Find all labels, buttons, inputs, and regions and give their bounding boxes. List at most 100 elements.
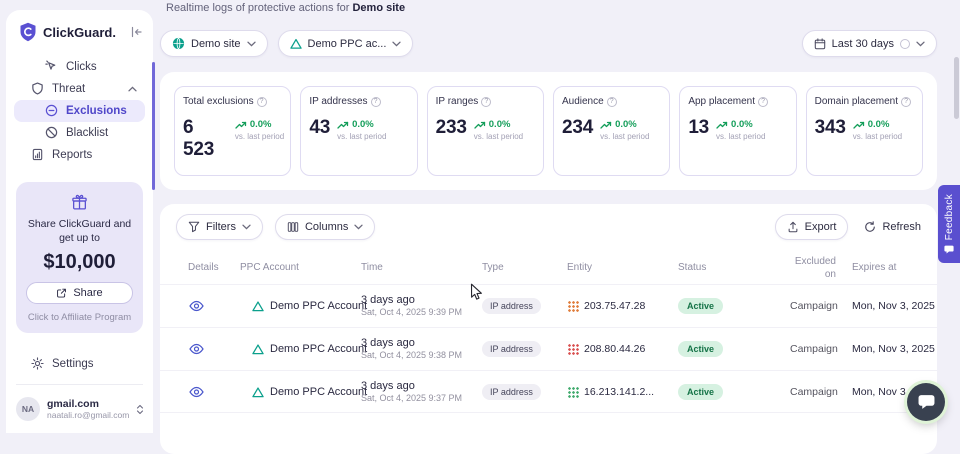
affiliate-promo-card[interactable]: Share ClickGuard and get up to $10,000 S… [16,182,143,333]
google-ads-icon [252,301,264,312]
sidebar-scrollbar[interactable] [152,62,155,190]
chevron-down-icon [247,41,256,47]
clear-circle-icon[interactable] [900,39,910,49]
stat-card-domain-placement: Domain placement 343 0.0% vs. last perio… [806,86,923,176]
site-filter-value: Demo site [191,38,241,50]
calendar-icon [814,38,826,50]
table-row: Demo PPC Account 3 days ago Sat, Oct 4, … [160,327,937,370]
table-row: Demo PPC Account 3 days ago Sat, Oct 4, … [160,370,937,413]
row-time: 3 days ago Sat, Oct 4, 2025 9:37 PM [361,380,462,404]
sidebar: ClickGuard. Clicks Threat Exclusions Bla… [6,10,153,433]
stat-compare: vs. last period [474,132,523,141]
row-expires-at: Mon, Nov 3, 2025 [852,300,935,312]
table-header-row: Details PPC Account Time Type Entity Sta… [160,250,937,284]
globe-icon [172,37,185,50]
export-button[interactable]: Export [775,214,849,240]
sidebar-item-blacklist[interactable]: Blacklist [14,122,145,144]
stat-value: 43 [309,117,330,139]
account-menu[interactable]: NA gmail.com naatali.ro@gmail.com [14,393,145,425]
stat-label: Audience [562,96,604,107]
stat-trend: 0.0% [615,119,637,130]
site-filter-dropdown[interactable]: Demo site [160,30,268,57]
account-name: gmail.com [47,398,129,411]
sidebar-item-label: Clicks [66,61,97,73]
sidebar-item-clicks[interactable]: Clicks [14,56,145,78]
info-icon[interactable] [901,97,911,107]
info-icon[interactable] [257,97,267,107]
stat-trend: 0.0% [250,119,272,130]
table-toolbar: Filters Columns Export Refresh [160,204,937,240]
sidebar-item-label: Threat [52,83,85,95]
ppc-filter-value: Demo PPC ac... [308,38,387,50]
feedback-chat-icon [944,245,954,254]
stat-label: Total exclusions [183,96,254,107]
refresh-button[interactable]: Refresh [864,221,921,233]
date-range-dropdown[interactable]: Last 30 days [802,30,937,57]
info-icon[interactable] [371,97,381,107]
view-details-eye-icon[interactable] [189,301,204,312]
info-icon[interactable] [607,97,617,107]
sidebar-item-exclusions[interactable]: Exclusions [14,100,145,122]
col-header-excluded-on[interactable]: Excluded on [790,256,836,281]
reports-icon [30,148,44,161]
refresh-label: Refresh [882,221,921,233]
chat-launcher-button[interactable] [907,383,945,421]
affiliate-link[interactable]: Click to Affiliate Program [23,312,136,323]
row-time: 3 days ago Sat, Oct 4, 2025 9:38 PM [361,337,462,361]
divider [16,384,143,385]
stat-card-app-placement: App placement 13 0.0% vs. last period [679,86,796,176]
col-header-details[interactable]: Details [188,262,219,273]
view-details-eye-icon[interactable] [189,386,204,397]
row-ppc-account: Demo PPC Account [270,300,367,312]
stats-panel: Total exclusions 6 523 0.0% vs. last per… [160,72,937,190]
trend-up-icon [600,120,612,130]
chat-bubble-icon [918,394,935,410]
status-badge: Active [678,298,723,314]
info-icon[interactable] [758,97,768,107]
stat-compare: vs. last period [716,132,765,141]
filters-dropdown[interactable]: Filters [176,214,263,240]
collapse-sidebar-icon[interactable] [130,26,143,38]
sidebar-item-label: Settings [52,358,94,370]
col-header-entity[interactable]: Entity [567,262,592,273]
prohibition-icon [44,126,58,139]
share-button[interactable]: Share [26,282,133,304]
sidebar-item-settings[interactable]: Settings [14,351,145,376]
account-email: naatali.ro@gmail.com [47,410,129,420]
row-time: 3 days ago Sat, Oct 4, 2025 9:39 PM [361,294,462,318]
site-name: Demo site [352,2,405,14]
ip-identicon [567,386,579,398]
cursor-click-icon [44,60,58,73]
shield-icon [30,82,44,95]
sidebar-item-reports[interactable]: Reports [14,144,145,166]
columns-dropdown[interactable]: Columns [275,214,375,240]
stat-trend: 0.0% [489,119,511,130]
chevron-down-icon [392,41,401,47]
view-details-eye-icon[interactable] [189,344,204,355]
trend-up-icon [474,120,486,130]
google-ads-icon [252,344,264,355]
stat-value: 343 [815,117,846,139]
stat-value: 6 523 [183,117,228,161]
circle-minus-icon [44,104,58,117]
row-expires-at: Mon, Nov 3, 2025 [852,343,935,355]
info-icon[interactable] [481,97,491,107]
col-header-ppc-account[interactable]: PPC Account [240,262,299,273]
ppc-account-filter-dropdown[interactable]: Demo PPC ac... [278,30,414,57]
col-header-time[interactable]: Time [361,262,383,273]
share-button-label: Share [73,287,102,299]
col-header-status[interactable]: Status [678,262,706,273]
feedback-tab[interactable]: Feedback [938,185,960,263]
col-header-expires-at[interactable]: Expires at [852,262,896,273]
chevron-down-icon [916,41,925,47]
stat-compare: vs. last period [600,132,649,141]
trend-up-icon [853,120,865,130]
chevron-up-icon [128,86,137,92]
type-badge: IP address [482,384,541,400]
page-scrollbar[interactable] [954,57,959,119]
stat-trend: 0.0% [352,119,374,130]
col-header-type[interactable]: Type [482,262,504,273]
logo-row: ClickGuard. [14,20,145,56]
sidebar-item-threat[interactable]: Threat [14,78,145,100]
stat-label: IP ranges [436,96,479,107]
